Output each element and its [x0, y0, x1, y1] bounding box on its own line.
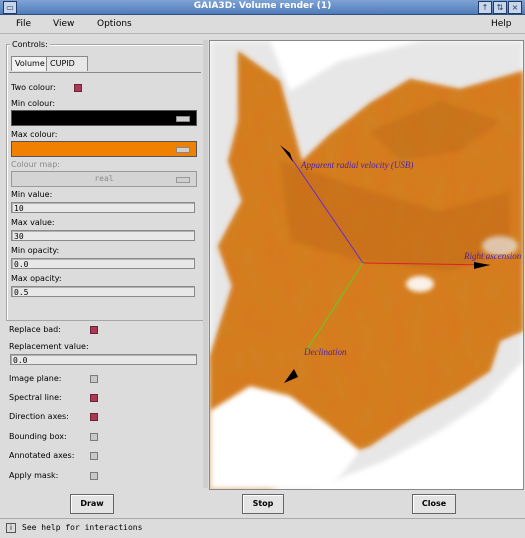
apply-mask-checkbox[interactable] [90, 472, 98, 480]
replace-bad-label: Replace bad: [9, 325, 61, 334]
close-button[interactable]: Close [412, 494, 456, 514]
two-colour-label: Two colour: [11, 83, 56, 92]
max-opacity-input[interactable]: 0.5 [11, 286, 195, 297]
spectral-line-checkbox[interactable] [90, 394, 98, 402]
min-colour-button[interactable] [11, 110, 197, 126]
min-opacity-input[interactable]: 0.0 [11, 258, 195, 269]
menu-view[interactable]: View [53, 19, 74, 29]
colour-map-value: real [94, 174, 114, 183]
annotated-axes-label: Annotated axes: [9, 451, 75, 460]
two-colour-checkbox[interactable] [74, 84, 82, 92]
dec-axis-label: Declination [303, 347, 347, 357]
min-value-input[interactable]: 10 [11, 202, 195, 213]
status-text: See help for interactions [22, 523, 143, 532]
min-value-label: Min value: [11, 190, 53, 199]
max-colour-label: Max colour: [11, 130, 58, 139]
info-icon: i [6, 523, 16, 533]
stop-button[interactable]: Stop [242, 494, 284, 514]
max-opacity-label: Max opacity: [11, 274, 62, 283]
window-title: GAIA3D: Volume render (1) [193, 1, 332, 11]
close-icon[interactable]: × [508, 1, 522, 14]
replacement-value-input[interactable]: 0.0 [10, 354, 197, 365]
max-colour-button[interactable] [11, 141, 197, 157]
image-plane-checkbox[interactable] [90, 375, 98, 383]
menu-bar: File View Options Help [0, 15, 525, 34]
min-opacity-label: Min opacity: [11, 246, 60, 255]
restore-icon[interactable]: ⇅ [493, 1, 507, 14]
image-plane-label: Image plane: [9, 374, 62, 383]
menu-options[interactable]: Options [97, 19, 132, 29]
ra-axis-label: Right ascension [463, 251, 522, 261]
controls-label: Controls: [10, 40, 50, 49]
maximize-icon[interactable]: ↑ [478, 1, 492, 14]
draw-button[interactable]: Draw [70, 494, 114, 514]
colour-map-label: Colour map: [11, 160, 60, 169]
volume-render-viewport[interactable]: Apparent radial velocity (USB) Right asc… [209, 40, 524, 490]
bounding-box-label: Bounding box: [9, 432, 67, 441]
min-colour-label: Min colour: [11, 99, 56, 108]
menu-help[interactable]: Help [491, 19, 512, 29]
apply-mask-label: Apply mask: [9, 471, 59, 480]
max-value-label: Max value: [11, 218, 55, 227]
replace-bad-checkbox[interactable] [90, 326, 98, 334]
status-bar: i See help for interactions [0, 518, 525, 538]
menu-file[interactable]: File [16, 19, 31, 29]
bounding-box-checkbox[interactable] [90, 433, 98, 441]
volume-render-canvas: Apparent radial velocity (USB) Right asc… [210, 41, 523, 489]
annotated-axes-checkbox[interactable] [90, 452, 98, 460]
panel-splitter[interactable] [203, 40, 208, 488]
max-value-input[interactable]: 30 [11, 230, 195, 241]
replacement-value-label: Replacement value: [9, 342, 89, 351]
title-bar[interactable]: ▭ GAIA3D: Volume render (1) ↑ ⇅ × [0, 0, 525, 15]
velocity-axis-label: Apparent radial velocity (USB) [300, 160, 413, 170]
tab-cupid[interactable]: CUPID [46, 56, 88, 71]
direction-axes-label: Direction axes: [9, 412, 69, 421]
tab-volume[interactable]: Volume [11, 56, 50, 71]
direction-axes-checkbox[interactable] [90, 413, 98, 421]
spectral-line-label: Spectral line: [9, 393, 62, 402]
colour-map-select[interactable]: real [11, 171, 197, 187]
